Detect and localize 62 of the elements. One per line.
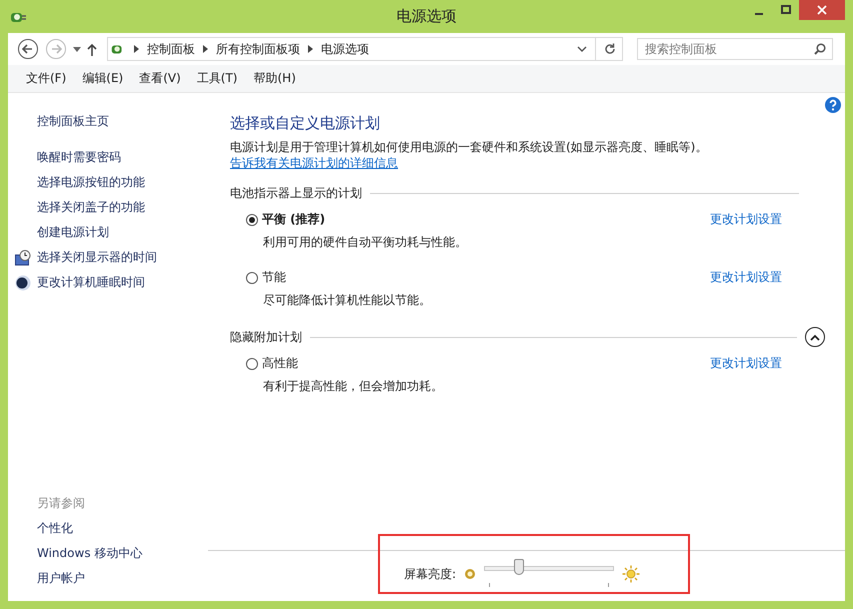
section-heading: 电池指示器上显示的计划 [230, 184, 362, 202]
up-arrow-icon[interactable] [87, 42, 97, 56]
dropdown-icon[interactable] [577, 46, 587, 52]
chevron-icon [308, 45, 313, 53]
menu-item[interactable]: 编辑(E) [82, 70, 124, 87]
chevron-icon [203, 45, 208, 53]
chevron-icon [134, 45, 139, 53]
help-link[interactable]: 告诉我有关电源计划的详细信息 [230, 156, 398, 170]
sidebar-link[interactable]: 控制面板主页 [8, 109, 208, 134]
dim-sun-icon [464, 568, 476, 580]
close-icon [817, 5, 827, 15]
moon-icon [15, 274, 31, 290]
address-bar[interactable]: 控制面板 所有控制面板项 电源选项 [107, 37, 623, 61]
plan-description: 有利于提高性能，但会增加功耗。 [262, 378, 444, 395]
brightness-label: 屏幕亮度: [404, 566, 456, 582]
plan-name: 高性能 [262, 355, 298, 372]
plan-name: 平衡 (推荐) [262, 211, 326, 228]
plan-description: 利用可用的硬件自动平衡功耗与性能。 [262, 234, 468, 251]
sidebar-link[interactable]: 选择电源按钮的功能 [31, 170, 145, 195]
menu-item[interactable]: 查看(V) [139, 70, 181, 87]
refresh-icon[interactable] [604, 43, 616, 55]
change-plan-link[interactable]: 更改计划设置 [710, 355, 782, 372]
breadcrumb[interactable]: 控制面板 [147, 40, 195, 58]
breadcrumb[interactable]: 所有控制面板项 [216, 40, 300, 58]
description-text: 电源计划是用于管理计算机如何使用电源的一套硬件和系统设置(如显示器亮度、睡眠等)。 告诉我有关电源计划的详细信息 [230, 139, 708, 171]
plan-name: 节能 [262, 269, 286, 286]
change-plan-link[interactable]: 更改计划设置 [710, 269, 782, 286]
sidebar-link[interactable]: 选择关闭盖子的功能 [31, 195, 145, 220]
breadcrumb[interactable]: 电源选项 [321, 40, 369, 58]
sidebar-link[interactable]: 创建电源计划 [31, 220, 109, 245]
sidebar-link[interactable]: 更改计算机睡眠时间 [31, 270, 145, 295]
monitor-clock-icon [15, 250, 31, 266]
close-button[interactable] [799, 0, 845, 20]
see-also-link[interactable]: 用户帐户 [8, 566, 208, 591]
radio-button[interactable] [246, 214, 258, 226]
dropdown-icon[interactable] [73, 46, 81, 52]
see-also-link[interactable]: Windows 移动中心 [8, 541, 208, 566]
slider-thumb[interactable] [514, 559, 524, 575]
collapse-button[interactable] [805, 327, 825, 347]
window-title: 电源选项 [396, 7, 456, 26]
page-title: 选择或自定义电源计划 [230, 114, 381, 133]
chevron-up-icon [810, 334, 820, 340]
back-icon[interactable] [17, 38, 39, 60]
section-heading: 隐藏附加计划 [230, 328, 302, 346]
see-also-heading: 另请参阅 [36, 495, 86, 512]
minimize-icon [754, 13, 762, 15]
maximize-icon [780, 5, 790, 15]
menu-item[interactable]: 文件(F) [26, 70, 66, 87]
brightness-slider[interactable] [484, 559, 614, 589]
menu-item[interactable]: 帮助(H) [254, 70, 296, 87]
search-field[interactable]: 搜索控制面板 [637, 38, 833, 60]
sidebar-link[interactable]: 选择关闭显示器的时间 [31, 245, 157, 270]
radio-button[interactable] [246, 272, 258, 284]
bright-sun-icon [622, 565, 640, 583]
menu-item[interactable]: 工具(T) [196, 70, 238, 87]
radio-button[interactable] [246, 358, 258, 370]
change-plan-link[interactable]: 更改计划设置 [710, 211, 782, 228]
plan-description: 尽可能降低计算机性能以节能。 [262, 292, 432, 309]
help-icon[interactable] [825, 97, 841, 113]
see-also-link[interactable]: 个性化 [8, 516, 208, 541]
search-icon [814, 43, 826, 55]
sidebar-link[interactable]: 唤醒时需要密码 [31, 145, 121, 170]
